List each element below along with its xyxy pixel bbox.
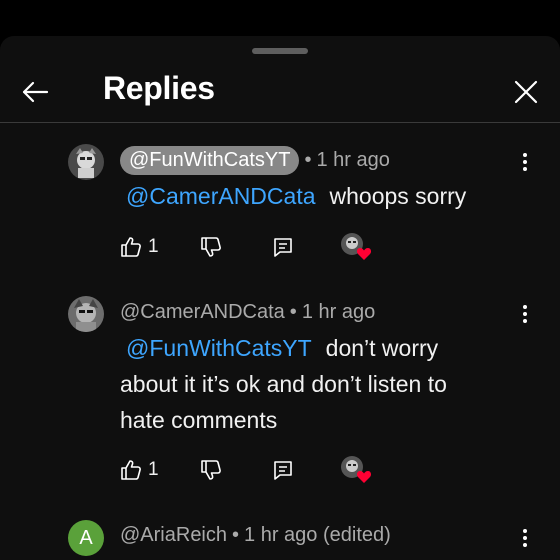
- more-options-button[interactable]: [514, 149, 536, 175]
- like-count: 1: [148, 459, 159, 480]
- comment-time: 1 hr ago: [316, 149, 390, 171]
- avatar-image: [68, 296, 104, 332]
- more-options-button[interactable]: [514, 525, 536, 551]
- reply-comment-icon: [274, 461, 292, 480]
- author-handle[interactable]: @AriaReich: [120, 524, 227, 547]
- dislike-button[interactable]: [200, 232, 222, 262]
- author-handle[interactable]: @FunWithCatsYT: [120, 146, 300, 175]
- comment-time: 1 hr ago: [301, 301, 376, 323]
- avatar[interactable]: A: [68, 520, 104, 556]
- comment-meta: @AriaReich • 1 hr ago (edited): [120, 524, 391, 547]
- header-divider: [0, 122, 560, 123]
- kebab-menu-icon: [523, 305, 527, 323]
- replies-sheet: Replies @FunWithCatsYT • 1 hr ago @Camer…: [0, 36, 560, 560]
- thumbs-down-icon: [201, 460, 221, 480]
- hearted-by-creator-icon: [341, 456, 372, 483]
- thumbs-up-icon: [121, 237, 141, 257]
- comment-actions: 1: [120, 232, 380, 262]
- dislike-button[interactable]: [200, 455, 222, 485]
- reply-button[interactable]: [272, 232, 294, 262]
- avatar-letter: A: [79, 526, 93, 549]
- comment-body-line: about it it’s ok and don’t listen to: [120, 371, 447, 397]
- arrow-left-icon: [22, 81, 49, 103]
- drag-handle[interactable]: [252, 48, 308, 54]
- like-button[interactable]: 1: [120, 232, 159, 262]
- thumbs-down-icon: [201, 237, 221, 257]
- more-options-button[interactable]: [514, 301, 536, 327]
- separator-dot: •: [304, 149, 312, 171]
- creator-heart: [340, 232, 372, 262]
- comment-text: @CamerANDCata whoops sorry: [120, 178, 500, 214]
- mention-link[interactable]: @FunWithCatsYT: [126, 335, 312, 361]
- avatar-image: [68, 144, 104, 180]
- comment-body-line: don’t worry: [325, 335, 439, 361]
- page-title: Replies: [103, 70, 215, 106]
- reply-button[interactable]: [272, 455, 294, 485]
- close-button[interactable]: [508, 74, 544, 110]
- comment-text: @FunWithCatsYT don’t worry about it it’s …: [120, 330, 500, 438]
- kebab-menu-icon: [523, 529, 527, 547]
- thumbs-up-icon: [121, 460, 141, 480]
- comment-body: whoops sorry: [329, 183, 467, 209]
- like-count: 1: [148, 236, 159, 257]
- hearted-by-creator-icon: [341, 233, 372, 260]
- like-button[interactable]: 1: [120, 455, 159, 485]
- comment-body-line: hate comments: [120, 407, 278, 433]
- avatar[interactable]: [68, 296, 104, 332]
- back-button[interactable]: [14, 74, 56, 110]
- creator-heart: [340, 455, 372, 485]
- comment-actions: 1: [120, 455, 380, 485]
- mention-link[interactable]: @CamerANDCata: [126, 183, 316, 209]
- comment-time: 1 hr ago (edited): [244, 524, 391, 546]
- close-icon: [514, 80, 538, 104]
- avatar[interactable]: [68, 144, 104, 180]
- comment-meta: @CamerANDCata • 1 hr ago: [120, 301, 375, 324]
- author-handle[interactable]: @CamerANDCata: [120, 301, 285, 324]
- replies-header: Replies: [0, 60, 560, 124]
- comment-meta: @FunWithCatsYT • 1 hr ago: [120, 146, 390, 175]
- reply-comment-icon: [274, 238, 292, 257]
- separator-dot: •: [289, 301, 297, 323]
- separator-dot: •: [232, 524, 240, 546]
- kebab-menu-icon: [523, 153, 527, 171]
